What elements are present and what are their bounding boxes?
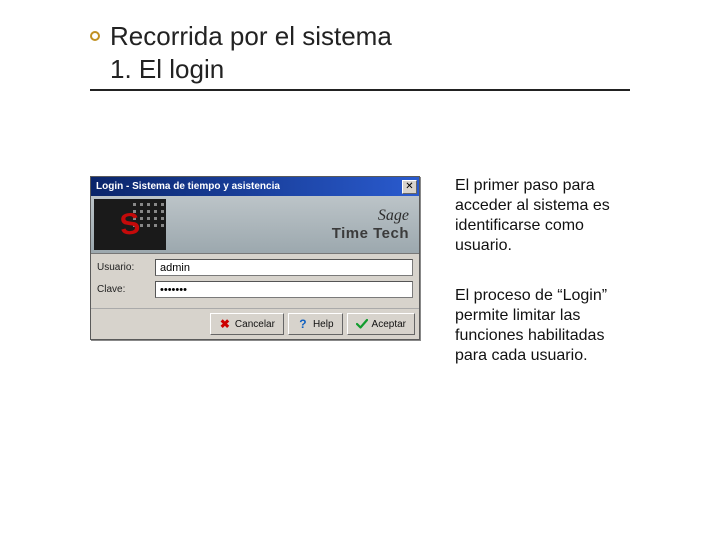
cancel-button[interactable]: ✖ Cancelar xyxy=(210,313,284,335)
help-button[interactable]: ? Help xyxy=(288,313,343,335)
accept-check-icon xyxy=(356,318,368,330)
accept-button-label: Aceptar xyxy=(372,319,406,330)
window-titlebar: Login - Sistema de tiempo y asistencia ✕ xyxy=(91,177,419,196)
paragraph-1: El primer paso para acceder al sistema e… xyxy=(455,176,630,256)
login-window: Login - Sistema de tiempo y asistencia ✕ xyxy=(90,176,420,340)
pass-label: Clave: xyxy=(97,284,151,295)
title-line-2: 1. El login xyxy=(110,54,224,84)
cancel-button-label: Cancelar xyxy=(235,319,275,330)
cancel-x-icon: ✖ xyxy=(219,318,231,330)
pass-input[interactable] xyxy=(155,281,413,298)
bullet-icon xyxy=(90,31,100,41)
slide-title: Recorrida por el sistema 1. El login xyxy=(110,20,392,85)
logo-box: S xyxy=(94,199,166,250)
logo-glyph-icon: S xyxy=(118,207,141,243)
title-line-1: Recorrida por el sistema xyxy=(110,21,392,51)
window-banner: S Sage Time Tech xyxy=(91,196,419,254)
screenshot-column: Login - Sistema de tiempo y asistencia ✕ xyxy=(90,176,420,340)
user-label: Usuario: xyxy=(97,262,151,273)
window-title: Login - Sistema de tiempo y asistencia xyxy=(96,181,402,192)
form-area: Usuario: Clave: xyxy=(91,254,419,308)
pass-row: Clave: xyxy=(97,281,413,298)
user-input[interactable] xyxy=(155,259,413,276)
accept-button[interactable]: Aceptar xyxy=(347,313,415,335)
user-row: Usuario: xyxy=(97,259,413,276)
brand-line-2: Time Tech xyxy=(332,225,409,242)
brand-line-1: Sage xyxy=(378,207,409,225)
title-block: Recorrida por el sistema 1. El login xyxy=(90,20,630,91)
content-area: Login - Sistema de tiempo y asistencia ✕ xyxy=(90,176,630,396)
title-rule xyxy=(90,89,630,91)
buttons-row: ✖ Cancelar ? Help Aceptar xyxy=(91,308,419,339)
close-button[interactable]: ✕ xyxy=(402,180,417,194)
paragraph-2: El proceso de “Login” permite limitar la… xyxy=(455,286,630,366)
help-question-icon: ? xyxy=(297,318,309,330)
text-column: El primer paso para acceder al sistema e… xyxy=(455,176,630,396)
slide: Recorrida por el sistema 1. El login Log… xyxy=(0,0,720,540)
brand-block: Sage Time Tech xyxy=(169,196,419,253)
help-button-label: Help xyxy=(313,319,334,330)
close-icon: ✕ xyxy=(405,182,413,192)
